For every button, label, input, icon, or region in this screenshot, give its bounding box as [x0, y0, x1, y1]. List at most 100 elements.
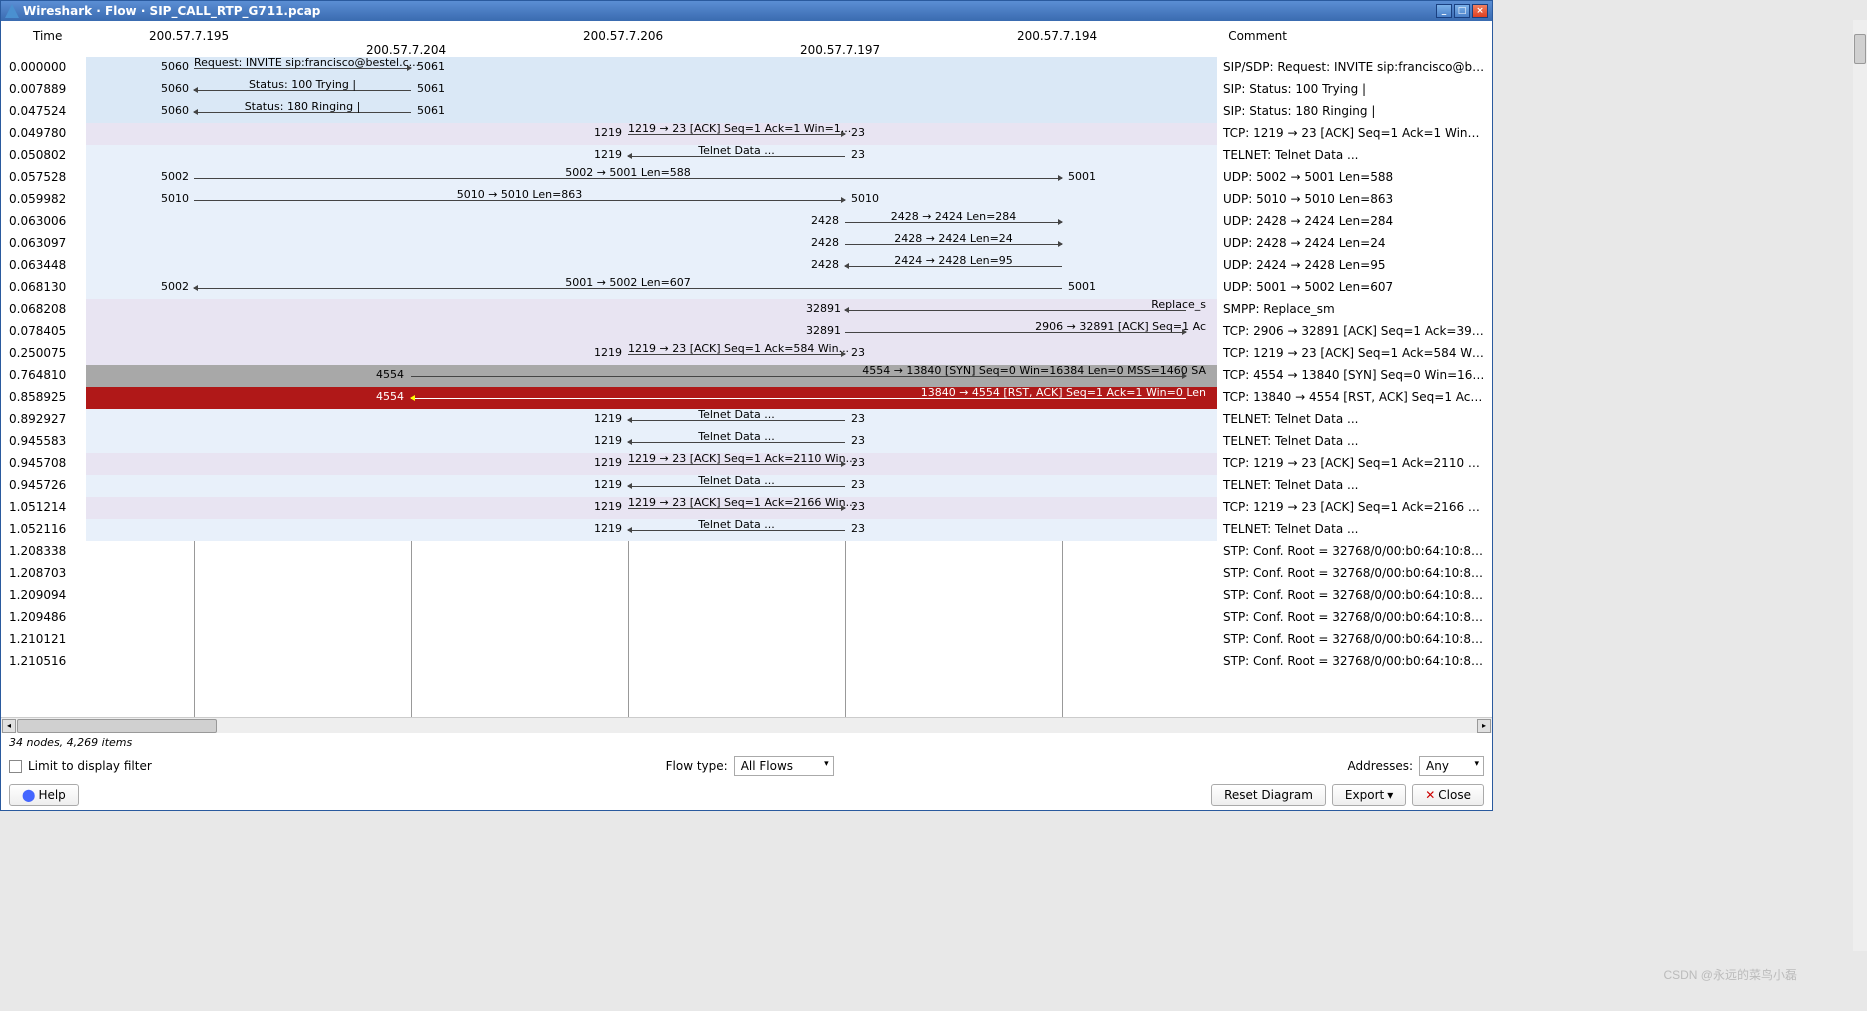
comment-cell: STP: Conf. Root = 32768/0/00:b0:64:10:84…: [1217, 541, 1492, 563]
titlebar[interactable]: Wireshark · Flow · SIP_CALL_RTP_G711.pca…: [1, 1, 1492, 21]
node-header: 200.57.7.204: [366, 43, 446, 57]
status-text: 34 nodes, 4,269 items: [1, 733, 1492, 752]
node-header: 200.57.7.194: [1017, 29, 1097, 43]
help-button[interactable]: ⬤Help: [9, 784, 79, 806]
port-label: 1219: [594, 346, 622, 359]
flow-row[interactable]: 500250015002 → 5001 Len=588: [86, 167, 1217, 189]
horizontal-scrollbar[interactable]: ◂ ▸: [1, 717, 1492, 733]
flow-row[interactable]: 1219231219 → 23 [ACK] Seq=1 Ack=584 Win.…: [86, 343, 1217, 365]
flow-row[interactable]: [86, 629, 1217, 651]
flow-label: 2906 → 32891 [ACK] Seq=1 Ac: [1035, 320, 1206, 333]
time-cell: 0.858925: [1, 387, 86, 409]
flow-row[interactable]: 32891Replace_s: [86, 299, 1217, 321]
comment-cell: STP: Conf. Root = 32768/0/00:b0:64:10:84…: [1217, 651, 1492, 673]
comment-cell: TELNET: Telnet Data ...: [1217, 409, 1492, 431]
time-cell: 1.052116: [1, 519, 86, 541]
time-cell: 0.945583: [1, 431, 86, 453]
export-button[interactable]: Export ▾: [1332, 784, 1406, 806]
flow-label: 1219 → 23 [ACK] Seq=1 Ack=2166 Win...: [628, 496, 845, 509]
flow-row[interactable]: 24282428 → 2424 Len=284: [86, 211, 1217, 233]
flow-row[interactable]: [86, 607, 1217, 629]
reset-diagram-button[interactable]: Reset Diagram: [1211, 784, 1326, 806]
flow-label: 4554 → 13840 [SYN] Seq=0 Win=16384 Len=0…: [862, 364, 1206, 377]
comment-cell: SIP: Status: 180 Ringing |: [1217, 101, 1492, 123]
port-label: 1219: [594, 434, 622, 447]
flow-row[interactable]: 50605061Status: 100 Trying |: [86, 79, 1217, 101]
flow-row[interactable]: 24282424 → 2428 Len=95: [86, 255, 1217, 277]
comment-cell: TELNET: Telnet Data ...: [1217, 145, 1492, 167]
flow-row[interactable]: 121923Telnet Data ...: [86, 475, 1217, 497]
comment-cell: STP: Conf. Root = 32768/0/00:b0:64:10:84…: [1217, 607, 1492, 629]
addresses-label: Addresses:: [1348, 759, 1413, 773]
scroll-thumb[interactable]: [17, 719, 217, 733]
flow-diagram[interactable]: 50605061Request: INVITE sip:francisco@be…: [86, 57, 1217, 717]
time-cell: 1.051214: [1, 497, 86, 519]
port-label: 23: [851, 478, 865, 491]
port-label: 4554: [376, 368, 404, 381]
flow-row[interactable]: 121923Telnet Data ...: [86, 409, 1217, 431]
port-label: 2428: [811, 258, 839, 271]
limit-filter-checkbox[interactable]: [9, 760, 22, 773]
flow-row[interactable]: 121923Telnet Data ...: [86, 519, 1217, 541]
comment-cell: TCP: 1219 → 23 [ACK] Seq=1 Ack=1 Win=174…: [1217, 123, 1492, 145]
time-cell: 0.945708: [1, 453, 86, 475]
vscroll-thumb[interactable]: [1854, 34, 1866, 64]
comment-cell: TCP: 1219 → 23 [ACK] Seq=1 Ack=584 Win=1…: [1217, 343, 1492, 365]
wireshark-icon: [5, 4, 19, 18]
comment-cell: TELNET: Telnet Data ...: [1217, 519, 1492, 541]
flow-row[interactable]: 1219231219 → 23 [ACK] Seq=1 Ack=2110 Win…: [86, 453, 1217, 475]
flow-row[interactable]: 5010 5010 5010 → 5010 Len=863: [86, 189, 1217, 211]
comment-header: Comment: [1228, 29, 1287, 43]
maximize-button[interactable]: □: [1454, 4, 1470, 18]
flow-label: Request: INVITE sip:francisco@bestel.c..…: [194, 57, 411, 69]
port-label: 32891: [806, 324, 841, 337]
close-button[interactable]: ✕Close: [1412, 784, 1484, 806]
scroll-left-button[interactable]: ◂: [2, 719, 16, 733]
time-header: Time: [33, 29, 62, 43]
comment-cell: TCP: 1219 → 23 [ACK] Seq=1 Ack=2110 Win=…: [1217, 453, 1492, 475]
flow-row[interactable]: 1219231219 → 23 [ACK] Seq=1 Ack=1 Win=1.…: [86, 123, 1217, 145]
flow-row[interactable]: [86, 585, 1217, 607]
port-label: 23: [851, 412, 865, 425]
time-cell: 0.068208: [1, 299, 86, 321]
flow-row[interactable]: 4554 4554 → 13840 [SYN] Seq=0 Win=16384 L…: [86, 365, 1217, 387]
flow-row[interactable]: 50605061Status: 180 Ringing |: [86, 101, 1217, 123]
port-label: 1219: [594, 148, 622, 161]
flow-row[interactable]: 121923Telnet Data ...: [86, 431, 1217, 453]
scroll-right-button[interactable]: ▸: [1477, 719, 1491, 733]
flow-area[interactable]: 0.0000000.0078890.0475240.0497800.050802…: [1, 57, 1492, 717]
port-label: 5061: [417, 82, 445, 95]
flow-label: 13840 → 4554 [RST, ACK] Seq=1 Ack=1 Win=…: [921, 386, 1206, 399]
watermark: CSDN @永远的菜鸟小磊: [1663, 966, 1797, 983]
flow-row[interactable]: [86, 541, 1217, 563]
time-cell: 0.063006: [1, 211, 86, 233]
port-label: 1219: [594, 412, 622, 425]
addresses-select[interactable]: Any: [1419, 756, 1484, 776]
flow-row[interactable]: [86, 563, 1217, 585]
flow-row[interactable]: 500250015001 → 5002 Len=607: [86, 277, 1217, 299]
port-label: 5010: [161, 192, 189, 205]
flow-type-select[interactable]: All Flows: [734, 756, 834, 776]
node-header: 200.57.7.197: [800, 43, 880, 57]
flow-row[interactable]: 24282428 → 2424 Len=24: [86, 233, 1217, 255]
flow-label: 5010 → 5010 Len=863: [194, 188, 845, 201]
flow-row[interactable]: 50605061Request: INVITE sip:francisco@be…: [86, 57, 1217, 79]
comment-cell: STP: Conf. Root = 32768/0/00:b0:64:10:84…: [1217, 629, 1492, 651]
flow-row[interactable]: 32891 2906 → 32891 [ACK] Seq=1 Ac: [86, 321, 1217, 343]
port-label: 1219: [594, 522, 622, 535]
flow-row[interactable]: [86, 651, 1217, 673]
time-cell: 0.764810: [1, 365, 86, 387]
port-label: 1219: [594, 126, 622, 139]
close-window-button[interactable]: ×: [1472, 4, 1488, 18]
comment-cell: TCP: 13840 → 4554 [RST, ACK] Seq=1 Ack=1…: [1217, 387, 1492, 409]
flow-row[interactable]: 455413840 → 4554 [RST, ACK] Seq=1 Ack=1 …: [86, 387, 1217, 409]
vertical-scrollbar[interactable]: [1853, 20, 1867, 951]
port-label: 5061: [417, 60, 445, 73]
comment-cell: STP: Conf. Root = 32768/0/00:b0:64:10:84…: [1217, 585, 1492, 607]
flow-row[interactable]: 121923Telnet Data ...: [86, 145, 1217, 167]
flow-arrow: [845, 310, 1186, 311]
minimize-button[interactable]: _: [1436, 4, 1452, 18]
flow-row[interactable]: 1219231219 → 23 [ACK] Seq=1 Ack=2166 Win…: [86, 497, 1217, 519]
time-cell: 0.068130: [1, 277, 86, 299]
port-label: 5010: [851, 192, 879, 205]
